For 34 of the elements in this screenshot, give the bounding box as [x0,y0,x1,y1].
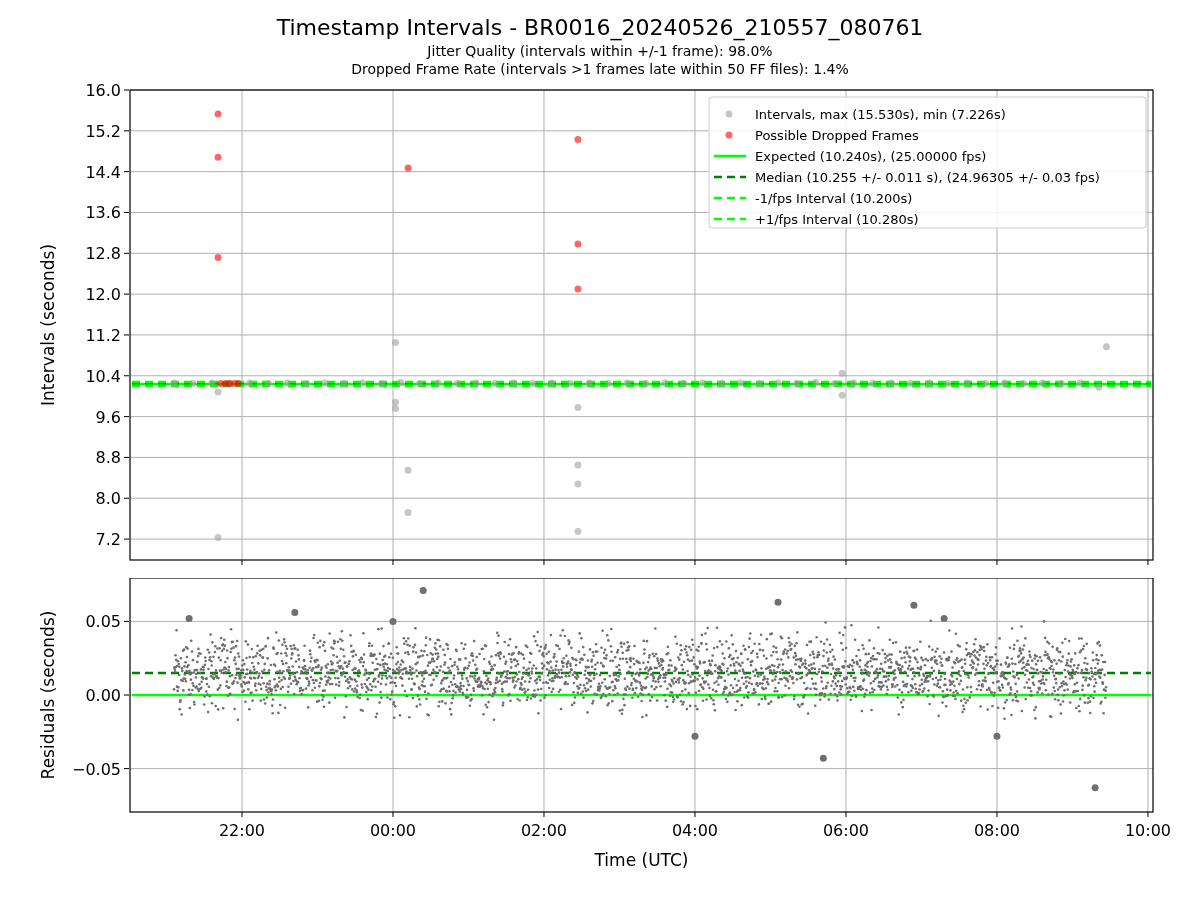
y-tick-label: 16.0 [85,81,121,100]
x-tick-label: 04:00 [671,821,719,840]
y-tick-label: 0.00 [85,686,121,705]
legend-label: +1/fps Interval (10.280s) [755,211,919,227]
x-tick-label: 22:00 [218,821,266,840]
y-tick-label: 13.6 [85,203,121,223]
y-tick-label: 11.2 [85,325,121,345]
x-tick-label: 08:00 [973,821,1021,840]
legend-label: Possible Dropped Frames [755,127,919,143]
x-tick-label: 00:00 [369,821,417,840]
y-tick-label: 8.8 [95,448,121,468]
x-tick-label: 10:00 [1124,821,1171,840]
figure-subtitle: Jitter Quality (intervals within +/-1 frame): 98.0% [427,42,773,60]
y-tick-label: 12.0 [85,285,121,305]
y-tick-label: 14.4 [85,162,121,182]
y-tick-label: 12.8 [85,244,121,264]
x-tick-label: 06:00 [822,821,870,840]
y-tick-label: 9.6 [95,407,121,427]
y-tick-label: 8.0 [95,489,121,509]
legend-label: Expected (10.240s), (25.00000 fps) [755,148,987,164]
legend-label: Median (10.255 +/- 0.011 s), (24.96305 +/- 0.03 fps) [755,169,1100,185]
x-axis-label: Time (UTC) [594,850,689,870]
y-tick-label: 0.05 [85,612,121,632]
y-tick-label: 7.2 [95,530,121,550]
y-tick-label: 15.2 [85,121,121,141]
y-tick-label: 10.4 [85,366,121,386]
y-axis-label: Intervals (seconds) [38,243,58,407]
figure-title: Timestamp Intervals - BR0016_20240526_210557_080761 [276,14,924,42]
x-tick-label: 02:00 [520,821,568,840]
y-tick-label: −0.05 [71,759,121,779]
legend-label: Intervals, max (15.530s), min (7.226s) [755,106,1006,122]
legend-label: -1/fps Interval (10.200s) [755,190,913,206]
figure-subtitle: Dropped Frame Rate (intervals >1 frames late within 50 FF files): 1.4% [351,60,849,78]
y-axis-label: Residuals (seconds) [38,610,58,780]
